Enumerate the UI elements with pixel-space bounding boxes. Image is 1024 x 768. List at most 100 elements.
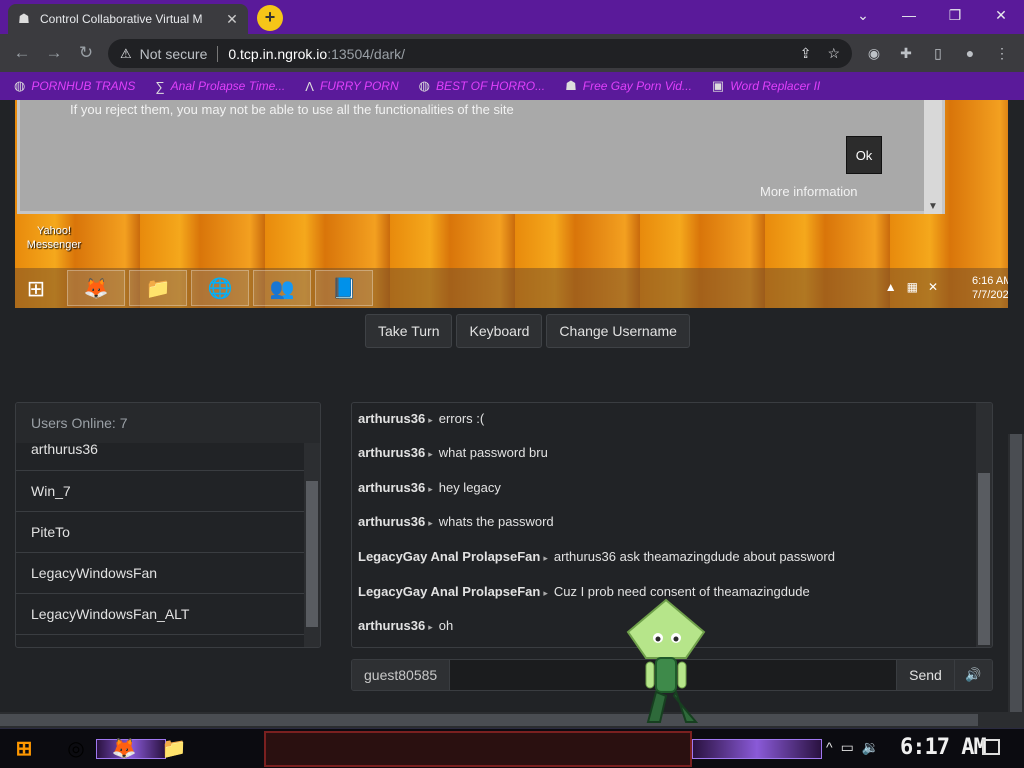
not-secure-label[interactable]: Not secure: [140, 46, 208, 62]
caret-right-icon: ▸: [428, 622, 433, 632]
page-vertical-scrollbar[interactable]: [1008, 434, 1024, 714]
user-list-item[interactable]: PiteTo: [16, 512, 304, 553]
forward-icon[interactable]: →: [42, 42, 66, 64]
bookmark-star-icon[interactable]: ☆: [827, 45, 840, 62]
notification-icon[interactable]: [982, 739, 1000, 755]
chat-scrollbar[interactable]: [976, 403, 992, 647]
tray-arrow-icon[interactable]: ▲: [885, 280, 897, 294]
user-list-item[interactable]: arthurus36: [16, 442, 304, 471]
vm-more-info-link[interactable]: More information: [760, 184, 858, 199]
bookmark-item[interactable]: ☗ Free Gay Porn Vid...: [565, 78, 692, 94]
site-favicon-icon: ☗: [18, 11, 30, 26]
chevron-down-icon[interactable]: ▼: [928, 201, 938, 212]
minimize-icon[interactable]: —: [886, 0, 932, 30]
close-tab-icon[interactable]: ✕: [224, 11, 240, 28]
chat-message: arthurus36 ▸ what password bru: [358, 445, 548, 460]
caret-right-icon: ▸: [543, 553, 548, 563]
browser-tab[interactable]: ☗ Control Collaborative Virtual M ✕: [8, 4, 248, 34]
restore-icon[interactable]: ❐: [932, 0, 978, 30]
caret-right-icon: ▸: [428, 518, 433, 528]
ie-icon[interactable]: 🌐: [191, 270, 249, 306]
reload-icon[interactable]: ↻: [74, 42, 98, 64]
change-username-button[interactable]: Change Username: [546, 314, 690, 348]
profile-icon[interactable]: ●: [960, 43, 980, 63]
tray-arrow-icon[interactable]: ^: [826, 739, 833, 756]
taskbar-decoration: [692, 739, 822, 759]
app-icon[interactable]: 📘: [315, 270, 373, 306]
windows-start-icon[interactable]: ⊞: [23, 276, 49, 302]
keyboard-button[interactable]: Keyboard: [456, 314, 543, 348]
firefox-icon[interactable]: 🦊: [110, 735, 138, 763]
bookmark-item[interactable]: Λ FURRY PORN: [305, 79, 398, 94]
chat-message: arthurus36 ▸ errors :(: [358, 411, 485, 426]
chat-message: LegacyGay Anal ProlapseFan ▸ arthurus36 as…: [358, 549, 835, 564]
user-list-item[interactable]: Win_7: [16, 471, 304, 512]
vm-dialog-text: If you reject them, you may not be able …: [70, 102, 514, 117]
share-icon[interactable]: ⇪: [800, 45, 812, 62]
new-tab-button[interactable]: +: [257, 5, 283, 31]
vm-dialog-scrollbar[interactable]: ▼: [924, 100, 942, 214]
url-host: 0.tcp.in.ngrok.io: [228, 45, 328, 62]
scrollbar-thumb[interactable]: [978, 473, 990, 645]
users-online-panel: Users Online: 7 arthurus36 Win_7 PiteTo …: [15, 402, 321, 648]
take-turn-button[interactable]: Take Turn: [365, 314, 453, 348]
tab-search-icon[interactable]: ⌄: [840, 0, 886, 30]
file-explorer-icon[interactable]: 📁: [160, 735, 188, 763]
arch-icon: Λ: [305, 78, 314, 94]
close-window-icon[interactable]: ✕: [978, 0, 1024, 30]
users-online-header: Users Online: 7: [16, 403, 320, 443]
file-explorer-icon[interactable]: 📁: [129, 270, 187, 306]
extensions-puzzle-icon[interactable]: ✚: [896, 43, 916, 63]
vm-clock[interactable]: 6:16 AM 7/7/2023: [972, 274, 1008, 302]
network-icon[interactable]: ▦: [907, 280, 918, 294]
bookmark-item[interactable]: ∑ Anal Prolapse Time...: [155, 79, 285, 94]
vm-taskbar: ⊞ 🦊 📁 🌐 👥 📘 ▲ ▦ ✕ 6:16 AM 7/7/2023: [15, 268, 1008, 308]
menu-kebab-icon[interactable]: ⋮: [992, 43, 1012, 63]
scrollbar-thumb[interactable]: [0, 714, 978, 726]
back-icon[interactable]: ←: [10, 42, 34, 64]
site-icon: ☗: [565, 78, 577, 93]
warning-icon[interactable]: ⚠: [120, 46, 132, 62]
start-icon[interactable]: ⊞: [8, 735, 40, 763]
system-tray: ^ ▭ 🔉: [826, 739, 879, 756]
vm-controls: Take Turn Keyboard Change Username: [365, 314, 690, 348]
chat-message: arthurus36 ▸ whats the password: [358, 514, 554, 529]
caret-right-icon: ▸: [428, 415, 433, 425]
vm-desktop-icon[interactable]: Yahoo! Messenger: [21, 224, 87, 252]
scrollbar-thumb[interactable]: [306, 481, 318, 627]
chat-message: LegacyGay Anal ProlapseFan ▸ Cuz I prob ne…: [358, 584, 810, 599]
bookmark-icon: ∑: [155, 78, 165, 94]
network-icon[interactable]: ▭: [841, 739, 854, 756]
taskbar-clock[interactable]: 6:17 AM: [900, 735, 987, 760]
firefox-icon[interactable]: 🦊: [67, 270, 125, 306]
vm-ok-button[interactable]: Ok: [846, 136, 882, 174]
speaker-icon[interactable]: 🔊: [954, 660, 992, 690]
address-bar[interactable]: ⚠ Not secure 0.tcp.in.ngrok.io :13504/da…: [108, 39, 852, 68]
extension-avatar-icon[interactable]: ◉: [864, 43, 884, 63]
taskbar-active-window[interactable]: [264, 731, 692, 767]
page-content: If you reject them, you may not be able …: [0, 100, 1024, 728]
bookmarks-bar: ◍ PORNHUB TRANS ∑ Anal Prolapse Time... ΛF…: [0, 72, 1024, 100]
volume-icon[interactable]: 🔉: [862, 739, 879, 756]
user-list-item[interactable]: LegacyWindowsFan_ALT: [16, 594, 304, 635]
desktop-mascot-character[interactable]: [624, 598, 708, 726]
bookmark-item[interactable]: ◍ PORNHUB TRANS: [14, 78, 135, 94]
vm-screen[interactable]: If you reject them, you may not be able …: [15, 100, 1008, 308]
user-list-scrollbar[interactable]: [304, 443, 320, 647]
scrollbar-thumb[interactable]: [1010, 434, 1022, 714]
user-list-item[interactable]: LegacyWindowsFan: [16, 553, 304, 594]
page-horizontal-scrollbar[interactable]: [0, 712, 1024, 728]
side-panel-icon[interactable]: ▯: [928, 43, 948, 63]
bookmark-item[interactable]: ◍ BEST OF HORRO...: [419, 78, 545, 94]
wr-icon: ▣: [711, 78, 725, 93]
bookmark-item[interactable]: ▣ Word Replacer II: [712, 78, 820, 94]
send-button[interactable]: Send: [896, 660, 954, 690]
messenger-icon[interactable]: 👥: [253, 270, 311, 306]
browser-tab-strip: ☗ Control Collaborative Virtual M ✕ + ⌄ …: [0, 0, 1024, 34]
globe-icon: ◍: [418, 78, 430, 93]
caret-right-icon: ▸: [428, 449, 433, 459]
chrome-icon[interactable]: ◎: [62, 735, 90, 763]
chat-message: arthurus36 ▸ oh: [358, 618, 454, 633]
url-path: :13504/dark/: [327, 45, 406, 62]
volume-muted-icon[interactable]: ✕: [928, 280, 938, 294]
